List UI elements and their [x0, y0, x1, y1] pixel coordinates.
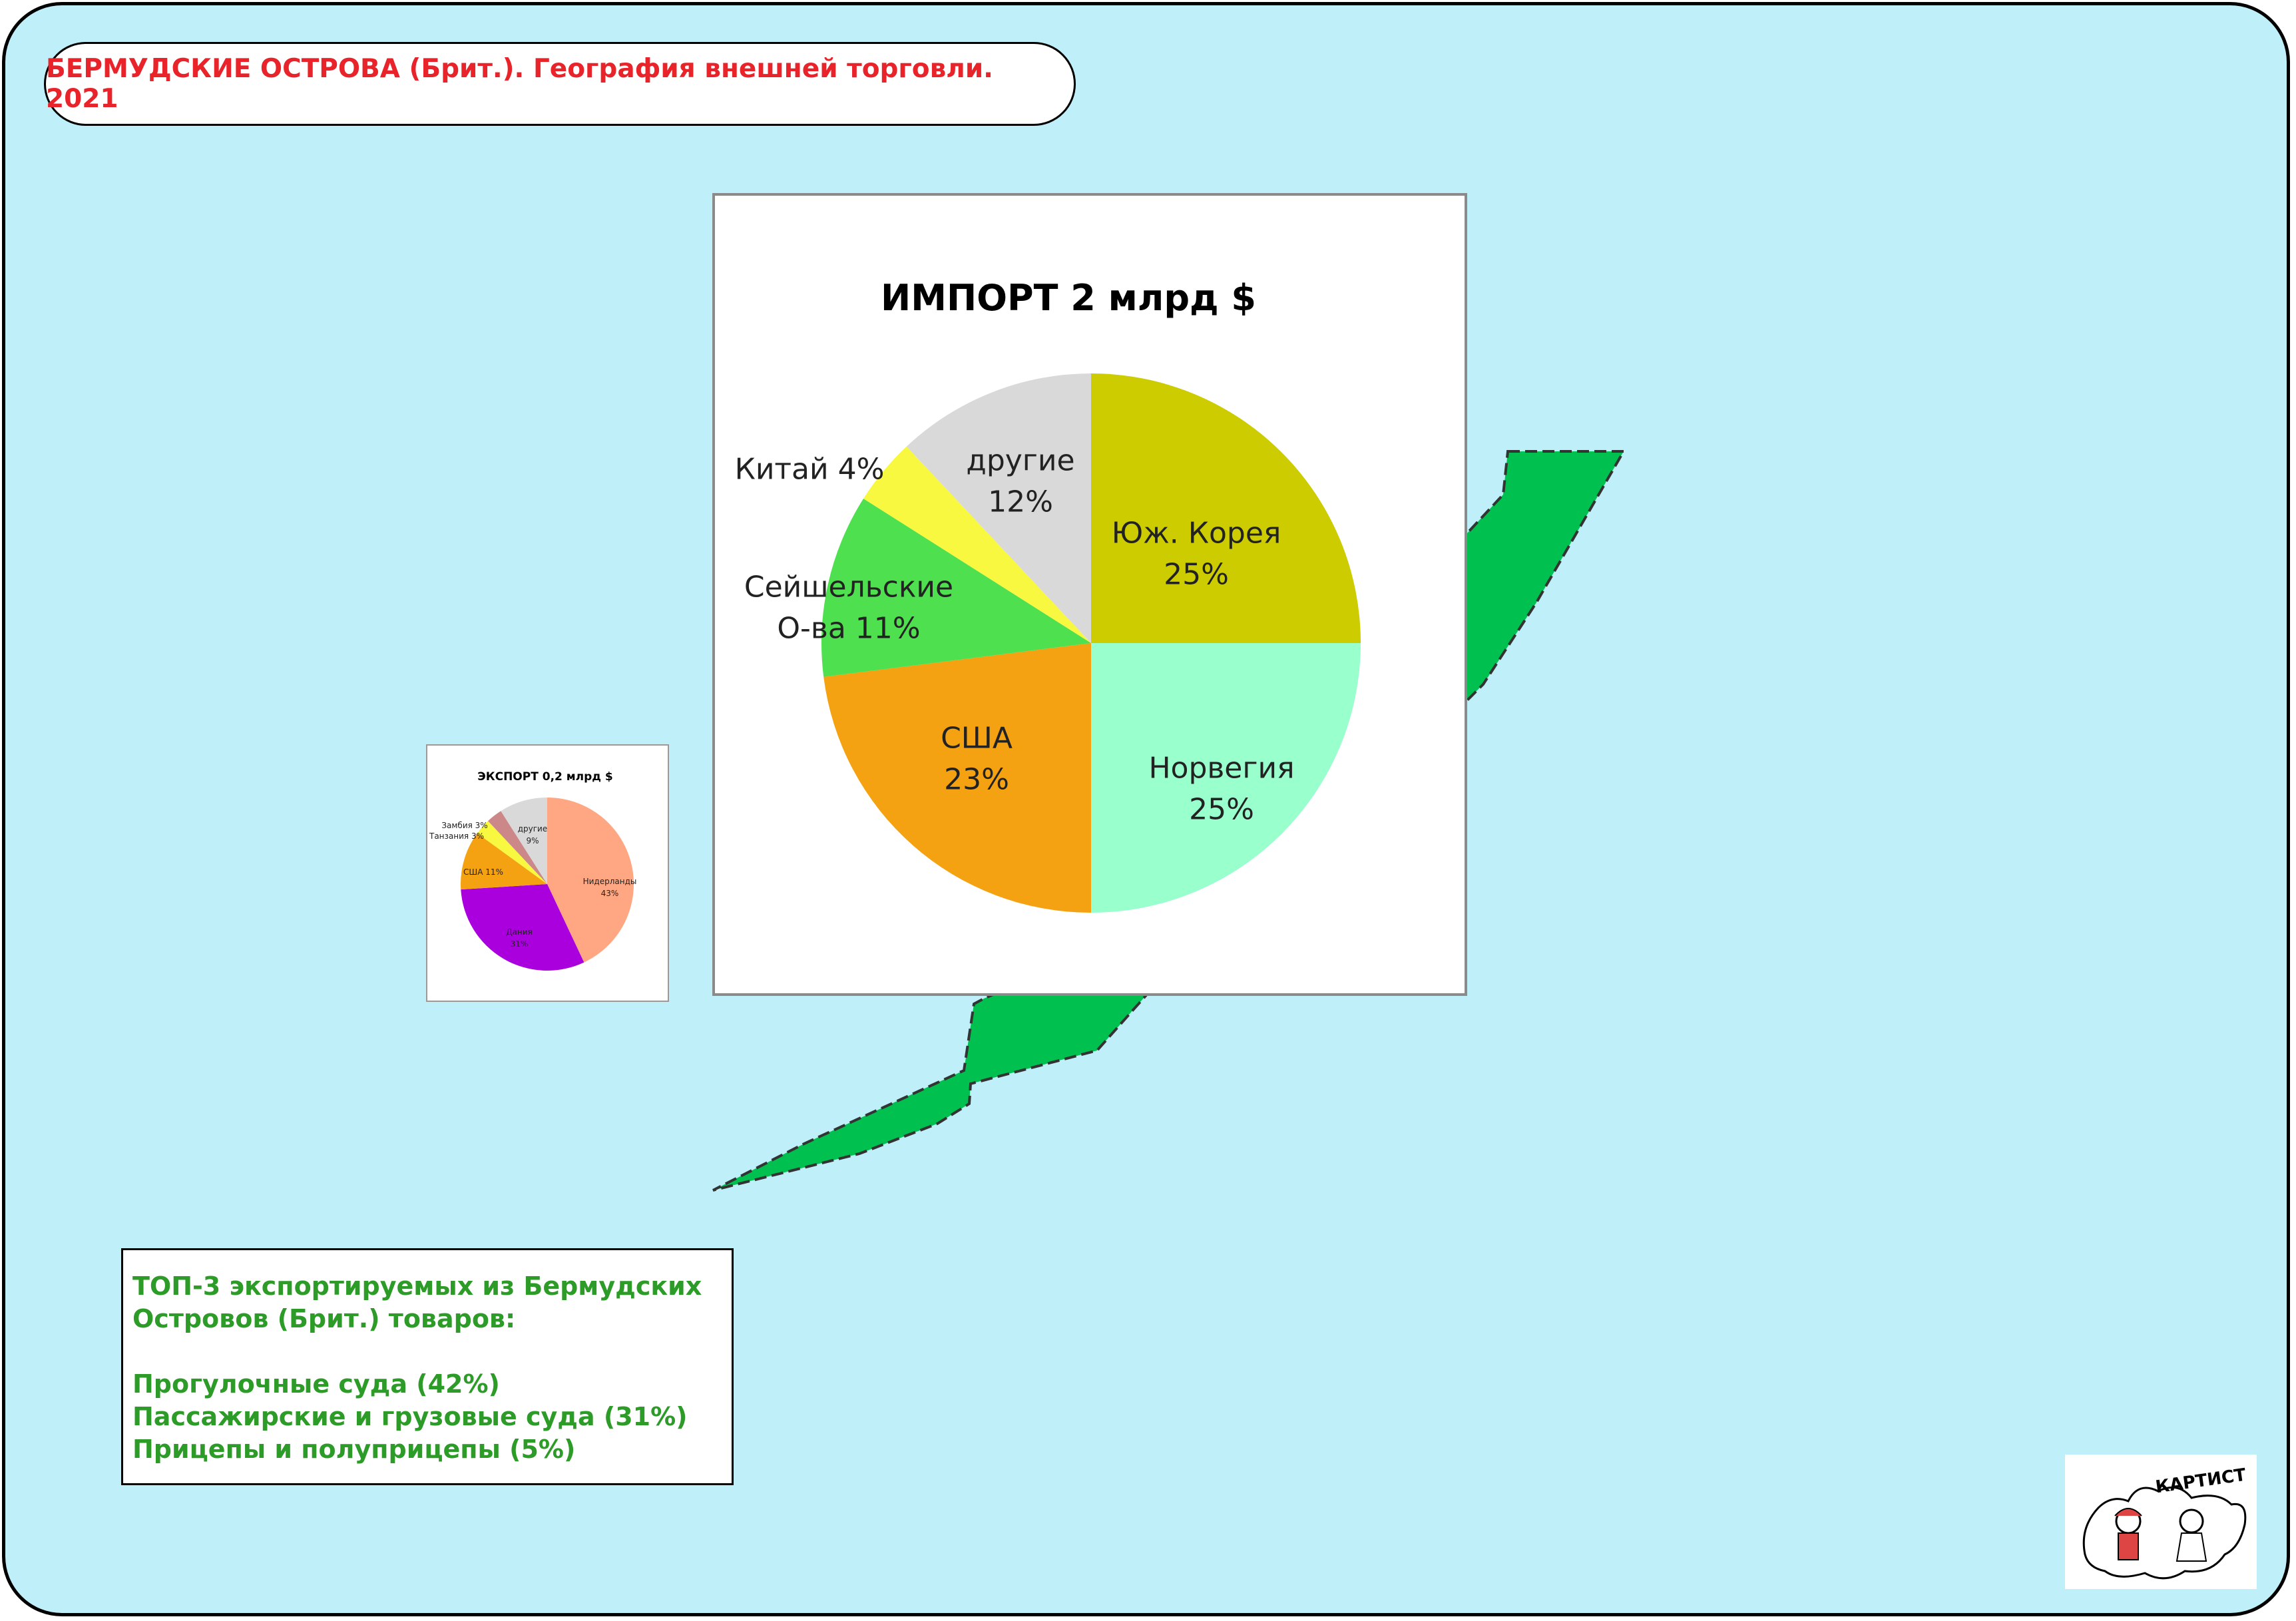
export-chart-title: ЭКСПОРТ 0,2 млрд $: [477, 770, 613, 784]
export-pie-chart: ЭКСПОРТ 0,2 млрд $ Нидерланды 43%Дания 31%…: [429, 770, 636, 971]
export-chart-panel: ЭКСПОРТ 0,2 млрд $ Нидерланды 43% Дания 31%…: [426, 744, 669, 1002]
import-chart-panel: ИМПОРТ 2 млрд $ Юж. Корея 25% Норвегия 25% С…: [712, 193, 1467, 996]
top3-item-2: Пассажирские и грузовые суда (31%): [132, 1402, 688, 1431]
top3-exports-panel: ТОП-3 экспортируемых из Бермудских Остро…: [121, 1248, 734, 1485]
map-frame: БЕРМУДСКИЕ ОСТРОВА (Брит.). География вн…: [2, 2, 2290, 1616]
kartist-logo-image: КАРТИСТ: [2082, 1465, 2247, 1580]
logo-text: КАРТИСТ: [2154, 1465, 2247, 1498]
kartist-logo: КАРТИСТ: [2065, 1455, 2257, 1589]
top3-heading-line2: Островов (Брит.) товаров:: [132, 1304, 516, 1333]
top3-heading-line1: ТОП-3 экспортируемых из Бермудских: [132, 1272, 702, 1301]
export-data-label: США 11%: [463, 867, 503, 877]
export-data-label: Танзания 3%: [429, 831, 484, 841]
page-title: БЕРМУДСКИЕ ОСТРОВА (Брит.). География вн…: [44, 42, 1076, 126]
export-data-label: Замбия 3%: [441, 821, 487, 830]
top3-item-1: Прогулочные суда (42%): [132, 1369, 500, 1399]
import-data-label: Китай 4%: [735, 452, 885, 486]
import-pie-chart: ИМПОРТ 2 млрд $ Юж. Корея 25%Норвегия 25%С…: [735, 277, 1361, 913]
page-title-text: БЕРМУДСКИЕ ОСТРОВА (Брит.). География вн…: [46, 54, 993, 114]
top3-item-3: Прицепы и полуприцепы (5%): [132, 1435, 576, 1464]
import-chart-title: ИМПОРТ 2 млрд $: [881, 277, 1256, 319]
import-slice: [1091, 373, 1361, 643]
